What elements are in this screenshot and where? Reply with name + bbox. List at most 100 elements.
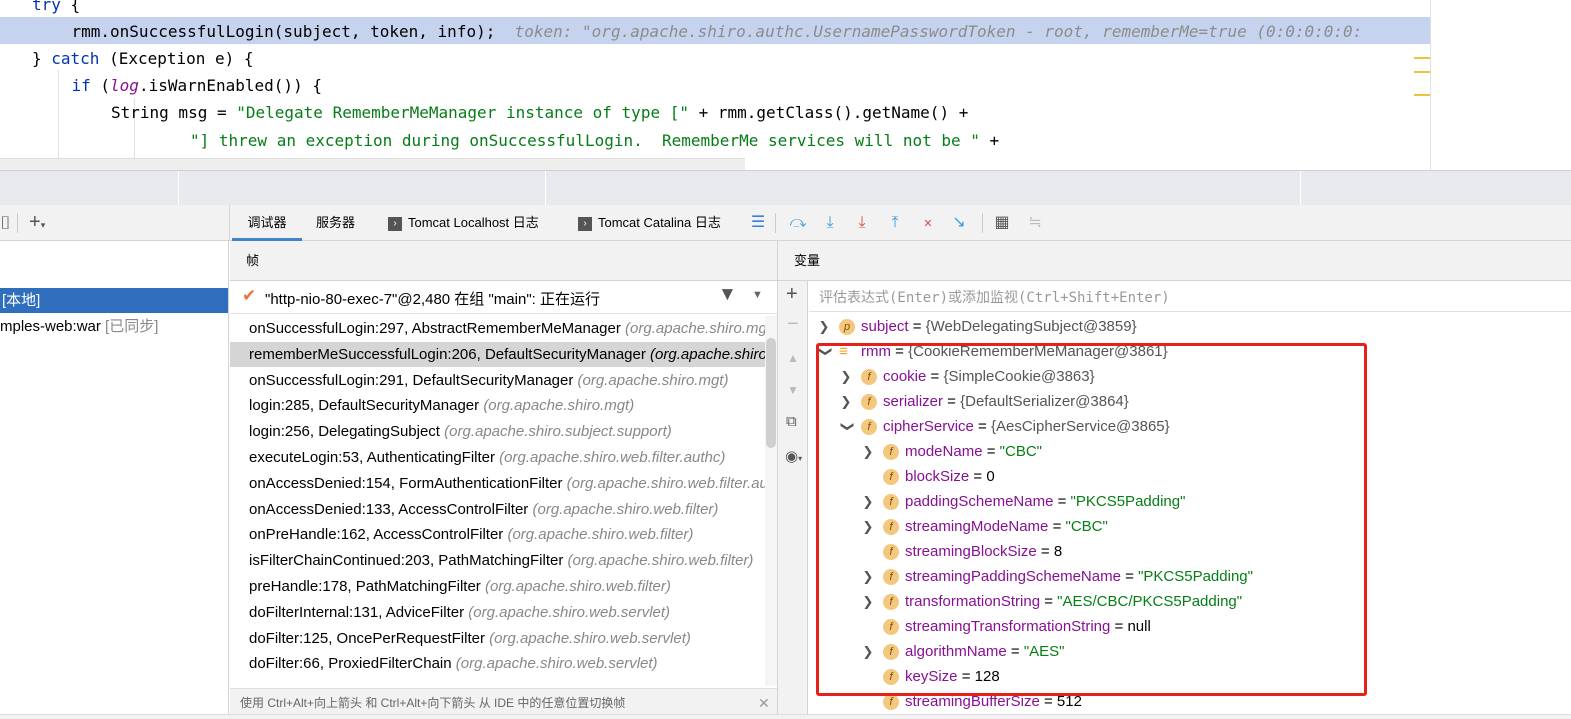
warning-marker[interactable] (1414, 94, 1430, 96)
frame-package: (org.apache.shiro.subject.support) (444, 423, 672, 441)
frame-item[interactable]: doFilterInternal:131, AdviceFilter (org.… (230, 600, 765, 625)
frame-item[interactable]: rememberMeSuccessfulLogin:206, DefaultSe… (230, 341, 765, 367)
copy-icon[interactable]: ⧉ (786, 413, 797, 430)
tab-label: Tomcat Localhost 日志 (408, 215, 539, 230)
frames-list: onSuccessfulLogin:297, AbstractRememberM… (230, 316, 765, 686)
tab-label: Tomcat Catalina 日志 (598, 215, 721, 230)
move-down-icon[interactable]: ▼ (787, 383, 799, 397)
drop-frame-icon[interactable]: ✕ (919, 214, 937, 232)
frame-item[interactable]: isFilterChainContinued:203, PathMatching… (230, 548, 765, 573)
variables-header: 变量 (778, 241, 1571, 281)
field-icon: f (883, 694, 899, 711)
frame-item[interactable]: onPreHandle:162, AccessControlFilter (or… (230, 522, 765, 547)
annotation-box (816, 343, 1367, 696)
code-token: { (60, 0, 81, 14)
add-watch-icon[interactable]: + (786, 283, 798, 306)
frame-method: login:256, DelegatingSubject (249, 423, 440, 441)
code-token: String msg = (111, 103, 237, 122)
evaluate-expression-icon[interactable]: ▦ (993, 214, 1011, 232)
frame-package: (org.apache.shiro.web.servlet) (489, 629, 691, 647)
frame-item[interactable]: onAccessDenied:133, AccessControlFilter … (230, 497, 765, 522)
frame-method: preHandle:178, PathMatchingFilter (249, 578, 481, 595)
show-execution-point-icon[interactable]: ☰ (749, 214, 767, 232)
step-out-icon[interactable]: ⤒ (886, 214, 904, 232)
code-line[interactable]: } catch (Exception e) { (32, 45, 254, 72)
step-over-icon[interactable]: ⤼ (789, 214, 807, 232)
frame-method: rememberMeSuccessfulLogin:206, DefaultSe… (249, 345, 646, 363)
code-token: (Exception e) { (99, 49, 254, 68)
session-item-local[interactable]: [本地] (0, 288, 228, 313)
code-token: } (32, 49, 52, 68)
frame-item[interactable]: doFilter:66, ProxiedFilterChain (org.apa… (230, 651, 765, 676)
sessions-panel: [本地] mples-web:war [已同步] (0, 241, 229, 719)
chevron-down-icon[interactable]: ▼ (752, 289, 763, 301)
frame-item[interactable]: login:285, DefaultSecurityManager (org.a… (230, 393, 765, 418)
code-token: + (979, 131, 1000, 150)
close-icon[interactable]: ✕ (758, 689, 770, 717)
tab-tomcat-catalina-log[interactable]: › Tomcat Catalina 日志 (578, 205, 721, 241)
code-line[interactable]: "] threw an exception during onSuccessfu… (190, 127, 999, 154)
frames-scrollbar[interactable] (765, 316, 777, 686)
session-item-war[interactable]: mples-web:war [已同步] (0, 314, 228, 339)
frame-item[interactable]: login:256, DelegatingSubject (org.apache… (230, 419, 765, 444)
frame-package: (org.apache.shiro.web.servlet) (468, 603, 671, 621)
variable-name: subject (861, 318, 909, 335)
frame-method: doFilter:125, OncePerRequestFilter (249, 629, 485, 647)
tab-label: 服务器 (316, 215, 356, 230)
parameter-icon: p (839, 319, 855, 336)
frame-item[interactable]: preHandle:178, PathMatchingFilter (org.a… (230, 574, 765, 599)
frame-item[interactable]: onAccessDenied:154, FormAuthenticationFi… (230, 471, 765, 496)
debug-toolbar: ⌷ +▾ 调试器 服务器 › Tomcat Localhost 日志 › Tomca… (0, 205, 1571, 241)
frame-method: doFilter:66, ProxiedFilterChain (249, 655, 452, 673)
session-label: mples-web:war (0, 318, 101, 335)
code-line[interactable]: if (log.isWarnEnabled()) { (72, 72, 322, 99)
frame-method: isFilterChainContinued:203, PathMatching… (249, 552, 564, 570)
code-line[interactable]: try { (32, 0, 80, 18)
tab-tomcat-localhost-log[interactable]: › Tomcat Localhost 日志 (388, 205, 539, 241)
tab-debugger[interactable]: 调试器 (232, 205, 302, 241)
frame-package: (org.apache.shiro.web.filter) (507, 526, 694, 544)
console-icon: › (388, 216, 402, 231)
filter-icon[interactable]: ▼ (718, 284, 737, 306)
frame-package: (org.apache.shiro.mgt) (650, 345, 765, 363)
panel-tab-strip (0, 170, 1571, 206)
frame-item[interactable]: executeLogin:53, AuthenticatingFilter (o… (230, 445, 765, 470)
trace-icon[interactable]: ≒ (1026, 214, 1044, 232)
step-into-icon[interactable]: ⤓ (821, 214, 839, 232)
variable-item[interactable]: ❯ p subject = {WebDelegatingSubject@3859} (817, 314, 1137, 339)
frame-method: onAccessDenied:154, FormAuthenticationFi… (249, 474, 563, 492)
code-token: + rmm.getClass().getName() + (688, 103, 969, 122)
warning-marker[interactable] (1414, 71, 1430, 73)
add-icon[interactable]: +▾ (29, 211, 45, 234)
thread-selector[interactable]: ✔ "http-nio-80-exec-7"@2,480 在组 "main": … (230, 281, 778, 314)
frame-package: (org.apache.shiro.mgt) (577, 371, 729, 389)
remove-watch-icon[interactable]: − (787, 313, 799, 336)
variables-side-toolbar: + − ▲ ▼ ⧉ ◉▾ (778, 281, 808, 719)
thread-label: "http-nio-80-exec-7"@2,480 在组 "main": 正在… (265, 291, 600, 308)
move-up-icon[interactable]: ▲ (787, 351, 799, 365)
code-line[interactable]: rmm.onSuccessfulLogin(subject, token, in… (72, 18, 1363, 45)
code-editor[interactable]: try { rmm.onSuccessfulLogin(subject, toke… (0, 0, 1571, 170)
code-token: .isWarnEnabled()) { (138, 76, 322, 95)
evaluate-expression-input[interactable]: 评估表达式(Enter)或添加监视(Ctrl+Shift+Enter) (809, 281, 1571, 312)
code-token: rmm.onSuccessfulLogin(subject, token, in… (71, 22, 496, 41)
eye-icon[interactable]: ◉▾ (785, 447, 802, 465)
frame-item[interactable]: doFilter:125, OncePerRequestFilter (org.… (230, 626, 765, 651)
code-token: "Delegate RememberMeManager instance of … (236, 103, 689, 122)
frame-item[interactable]: onSuccessfulLogin:297, AbstractRememberM… (230, 316, 765, 341)
check-icon: ✔ (242, 286, 257, 305)
frame-method: login:285, DefaultSecurityManager (249, 397, 480, 415)
tab-server[interactable]: 服务器 (316, 205, 355, 241)
frame-item[interactable]: onSuccessfulLogin:291, DefaultSecurityMa… (230, 368, 765, 393)
frame-package: (org.apache.shiro.web.filter) (484, 578, 671, 595)
frame-method: doFilterInternal:131, AdviceFilter (249, 603, 465, 621)
warning-marker[interactable] (1414, 57, 1430, 59)
status-bar (0, 714, 1571, 719)
run-to-cursor-icon[interactable]: ↘ (950, 214, 968, 232)
indent-guide (58, 70, 59, 170)
chevron-right-icon[interactable]: ❯ (817, 314, 831, 339)
force-step-into-icon[interactable]: ⤓ (853, 214, 871, 232)
editor-gutter-divider (1430, 0, 1431, 170)
editor-hscroll[interactable] (0, 158, 745, 170)
code-line[interactable]: String msg = "Delegate RememberMeManager… (111, 99, 968, 126)
